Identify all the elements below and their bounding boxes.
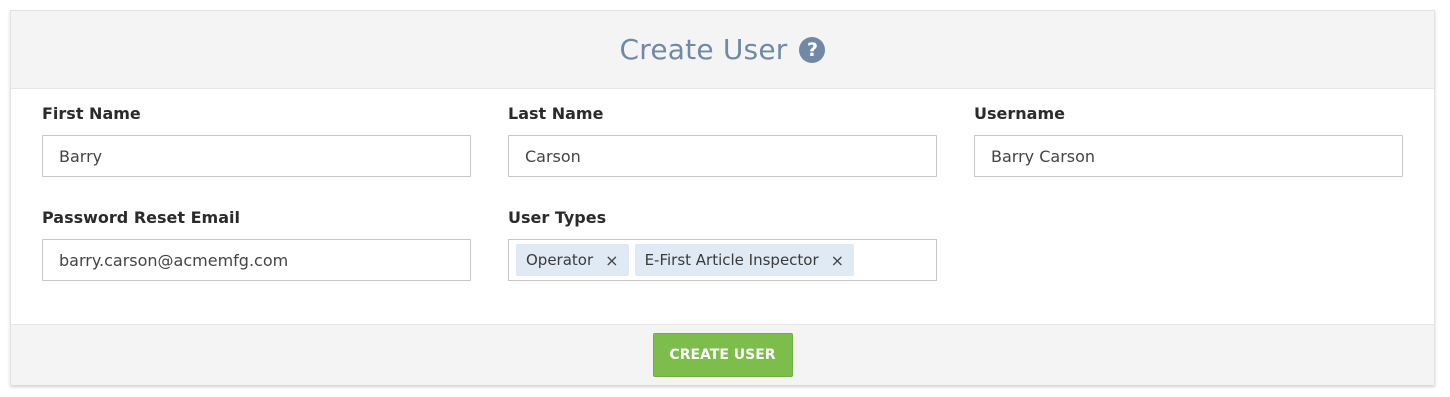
user-types-select[interactable]: Operator × E-First Article Inspector × [508,239,937,281]
user-type-tag-label: Operator [526,251,594,269]
card-footer: CREATE USER [11,324,1434,385]
remove-tag-icon[interactable]: × [605,251,618,270]
first-name-group: First Name [42,103,471,177]
user-type-tag-label: E-First Article Inspector [644,251,819,269]
help-icon[interactable]: ? [799,36,826,63]
last-name-group: Last Name [508,103,937,177]
username-group: Username [974,103,1403,177]
user-type-tag: E-First Article Inspector × [634,244,855,276]
user-type-tag: Operator × [516,244,629,276]
page-title: Create User [619,33,788,66]
create-user-card: Create User ? First Name Last Name Usern… [10,10,1435,385]
remove-tag-icon[interactable]: × [831,251,844,270]
username-input[interactable] [974,135,1403,177]
user-types-group: User Types Operator × E-First Article In… [508,207,937,281]
username-label: Username [974,104,1065,123]
first-name-label: First Name [42,104,141,123]
user-types-label: User Types [508,208,607,227]
password-reset-email-input[interactable] [42,239,471,281]
password-reset-email-label: Password Reset Email [42,208,240,227]
password-reset-email-group: Password Reset Email [42,207,471,281]
last-name-input[interactable] [508,135,937,177]
card-header: Create User ? [11,11,1434,89]
create-user-button[interactable]: CREATE USER [652,333,793,377]
first-name-input[interactable] [42,135,471,177]
last-name-label: Last Name [508,104,604,123]
